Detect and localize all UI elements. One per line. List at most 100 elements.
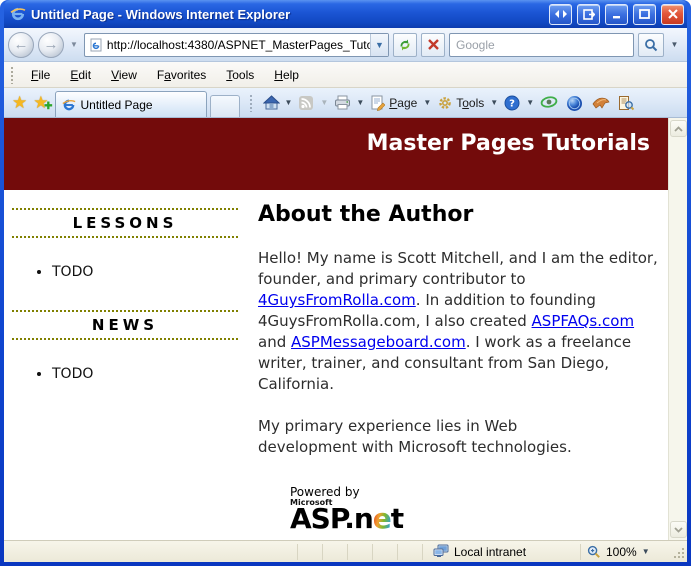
search-options-dropdown[interactable]: ▼ (668, 40, 681, 49)
lessons-list: TODO (52, 264, 246, 280)
menubar-grip[interactable] (10, 66, 15, 84)
status-segment (372, 544, 397, 560)
local-intranet-icon (433, 544, 449, 560)
status-segment (347, 544, 372, 560)
p2-line1: My primary experience lies in Web (258, 416, 662, 437)
resize-grip[interactable] (672, 544, 686, 560)
ie-logo-icon (10, 6, 26, 22)
help-button[interactable]: ? (500, 92, 524, 114)
menu-favorites[interactable]: Favorites (147, 64, 216, 86)
link-4guysfromrolla[interactable]: 4GuysFromRolla.com (258, 291, 416, 309)
zoom-dropdown[interactable]: ▼ (642, 547, 650, 556)
tools-dropdown[interactable]: ▼ (490, 98, 498, 107)
zoom-control[interactable]: 100% ▼ (580, 544, 672, 560)
status-segment (297, 544, 322, 560)
page-button-label: Page (389, 96, 417, 110)
sidebar-heading-news: NEWS (12, 310, 238, 340)
search-input[interactable] (450, 38, 633, 52)
tools-button[interactable]: Tools (433, 92, 488, 114)
sidebar-heading-lessons: LESSONS (12, 208, 238, 238)
site-title: Master Pages Tutorials (367, 131, 650, 156)
add-favorite-button[interactable]: ★✚ (33, 94, 48, 111)
forward-button[interactable]: → (38, 32, 64, 58)
menu-edit[interactable]: Edit (60, 64, 101, 86)
menu-file[interactable]: File (21, 64, 60, 86)
home-icon (263, 95, 279, 111)
menu-tools[interactable]: Tools (216, 64, 264, 86)
blue-globe-icon (566, 95, 582, 111)
addon-bird-button[interactable] (588, 92, 612, 114)
new-tab-button[interactable] (210, 95, 240, 117)
menu-view[interactable]: View (101, 64, 147, 86)
status-segment (322, 544, 347, 560)
ie-tab-icon (62, 98, 76, 112)
link-aspfaqs[interactable]: ASPFAQs.com (532, 312, 635, 330)
plus-icon: ✚ (44, 102, 52, 112)
commandbar-grip[interactable] (249, 94, 254, 112)
p1-text: and (258, 333, 291, 351)
help-icon: ? (504, 95, 520, 111)
powered-by-text: Powered by (290, 485, 662, 499)
aspnet-logo-e: e (373, 502, 391, 535)
scroll-down-button[interactable] (670, 521, 687, 538)
address-dropdown-chevron[interactable]: ▼ (370, 34, 388, 56)
tools-button-label: Tools (456, 96, 484, 110)
scroll-up-button[interactable] (670, 120, 687, 137)
green-swoosh-icon (540, 95, 556, 111)
command-bar: ▼ ▼ (246, 88, 684, 117)
rss-feeds-icon (298, 95, 314, 111)
print-dropdown[interactable]: ▼ (356, 98, 364, 107)
page-favicon-icon (89, 38, 103, 52)
home-dropdown[interactable]: ▼ (285, 98, 293, 107)
pan-arrows-button[interactable] (549, 4, 572, 25)
feeds-button[interactable] (294, 92, 318, 114)
maximize-button[interactable] (633, 4, 656, 25)
p1-text: Hello! My name is Scott Mitchell, and I … (258, 249, 658, 288)
search-button[interactable] (638, 33, 664, 57)
tab-title: Untitled Page (81, 98, 153, 112)
page-icon (370, 95, 386, 111)
lessons-item-todo: TODO (52, 264, 246, 280)
home-button[interactable] (259, 92, 283, 114)
status-bar: Local intranet 100% ▼ (4, 540, 687, 562)
popout-window-button[interactable] (577, 4, 600, 25)
security-zone-pane: Local intranet (422, 544, 580, 560)
page-dropdown[interactable]: ▼ (423, 98, 431, 107)
site-banner: Master Pages Tutorials (4, 118, 668, 190)
link-aspmessageboard[interactable]: ASPMessageboard.com (291, 333, 466, 351)
browser-window: Untitled Page - Windows Internet Explore… (0, 0, 691, 566)
menu-help[interactable]: Help (264, 64, 309, 86)
page-button[interactable]: Page (366, 92, 421, 114)
orange-bird-icon (592, 95, 608, 111)
help-dropdown[interactable]: ▼ (526, 98, 534, 107)
tab-untitled-page[interactable]: Untitled Page (55, 91, 207, 117)
recent-pages-dropdown[interactable]: ▼ (68, 40, 80, 49)
stop-button[interactable] (421, 33, 445, 57)
browser-viewport: Master Pages Tutorials LESSONS TODO NEWS… (4, 118, 687, 540)
security-zone-label: Local intranet (454, 545, 526, 559)
title-bar: Untitled Page - Windows Internet Explore… (4, 0, 687, 28)
minimize-button[interactable] (605, 4, 628, 25)
p2-line2: development with Microsoft technologies. (258, 437, 662, 458)
news-item-todo: TODO (52, 366, 246, 382)
web-page: Master Pages Tutorials LESSONS TODO NEWS… (4, 118, 668, 540)
zoom-level-label: 100% (606, 545, 637, 559)
vertical-scrollbar[interactable] (668, 118, 687, 540)
back-button[interactable]: ← (8, 32, 34, 58)
close-button[interactable] (661, 4, 684, 25)
address-bar[interactable]: ▼ (84, 33, 389, 57)
news-list: TODO (52, 366, 246, 382)
feeds-dropdown[interactable]: ▼ (320, 98, 328, 107)
search-box[interactable] (449, 33, 634, 57)
zoom-magnifier-icon (587, 545, 601, 559)
addon-blue-globe-button[interactable] (562, 92, 586, 114)
address-input[interactable] (103, 38, 370, 52)
print-button[interactable] (330, 92, 354, 114)
addon-green-swoosh-button[interactable] (536, 92, 560, 114)
favorites-center-button[interactable]: ★ (12, 94, 27, 111)
status-segment (397, 544, 422, 560)
refresh-button[interactable] (393, 33, 417, 57)
article-heading: About the Author (258, 202, 662, 227)
menu-bar: File Edit View Favorites Tools Help (4, 62, 687, 88)
addon-research-button[interactable] (614, 92, 638, 114)
